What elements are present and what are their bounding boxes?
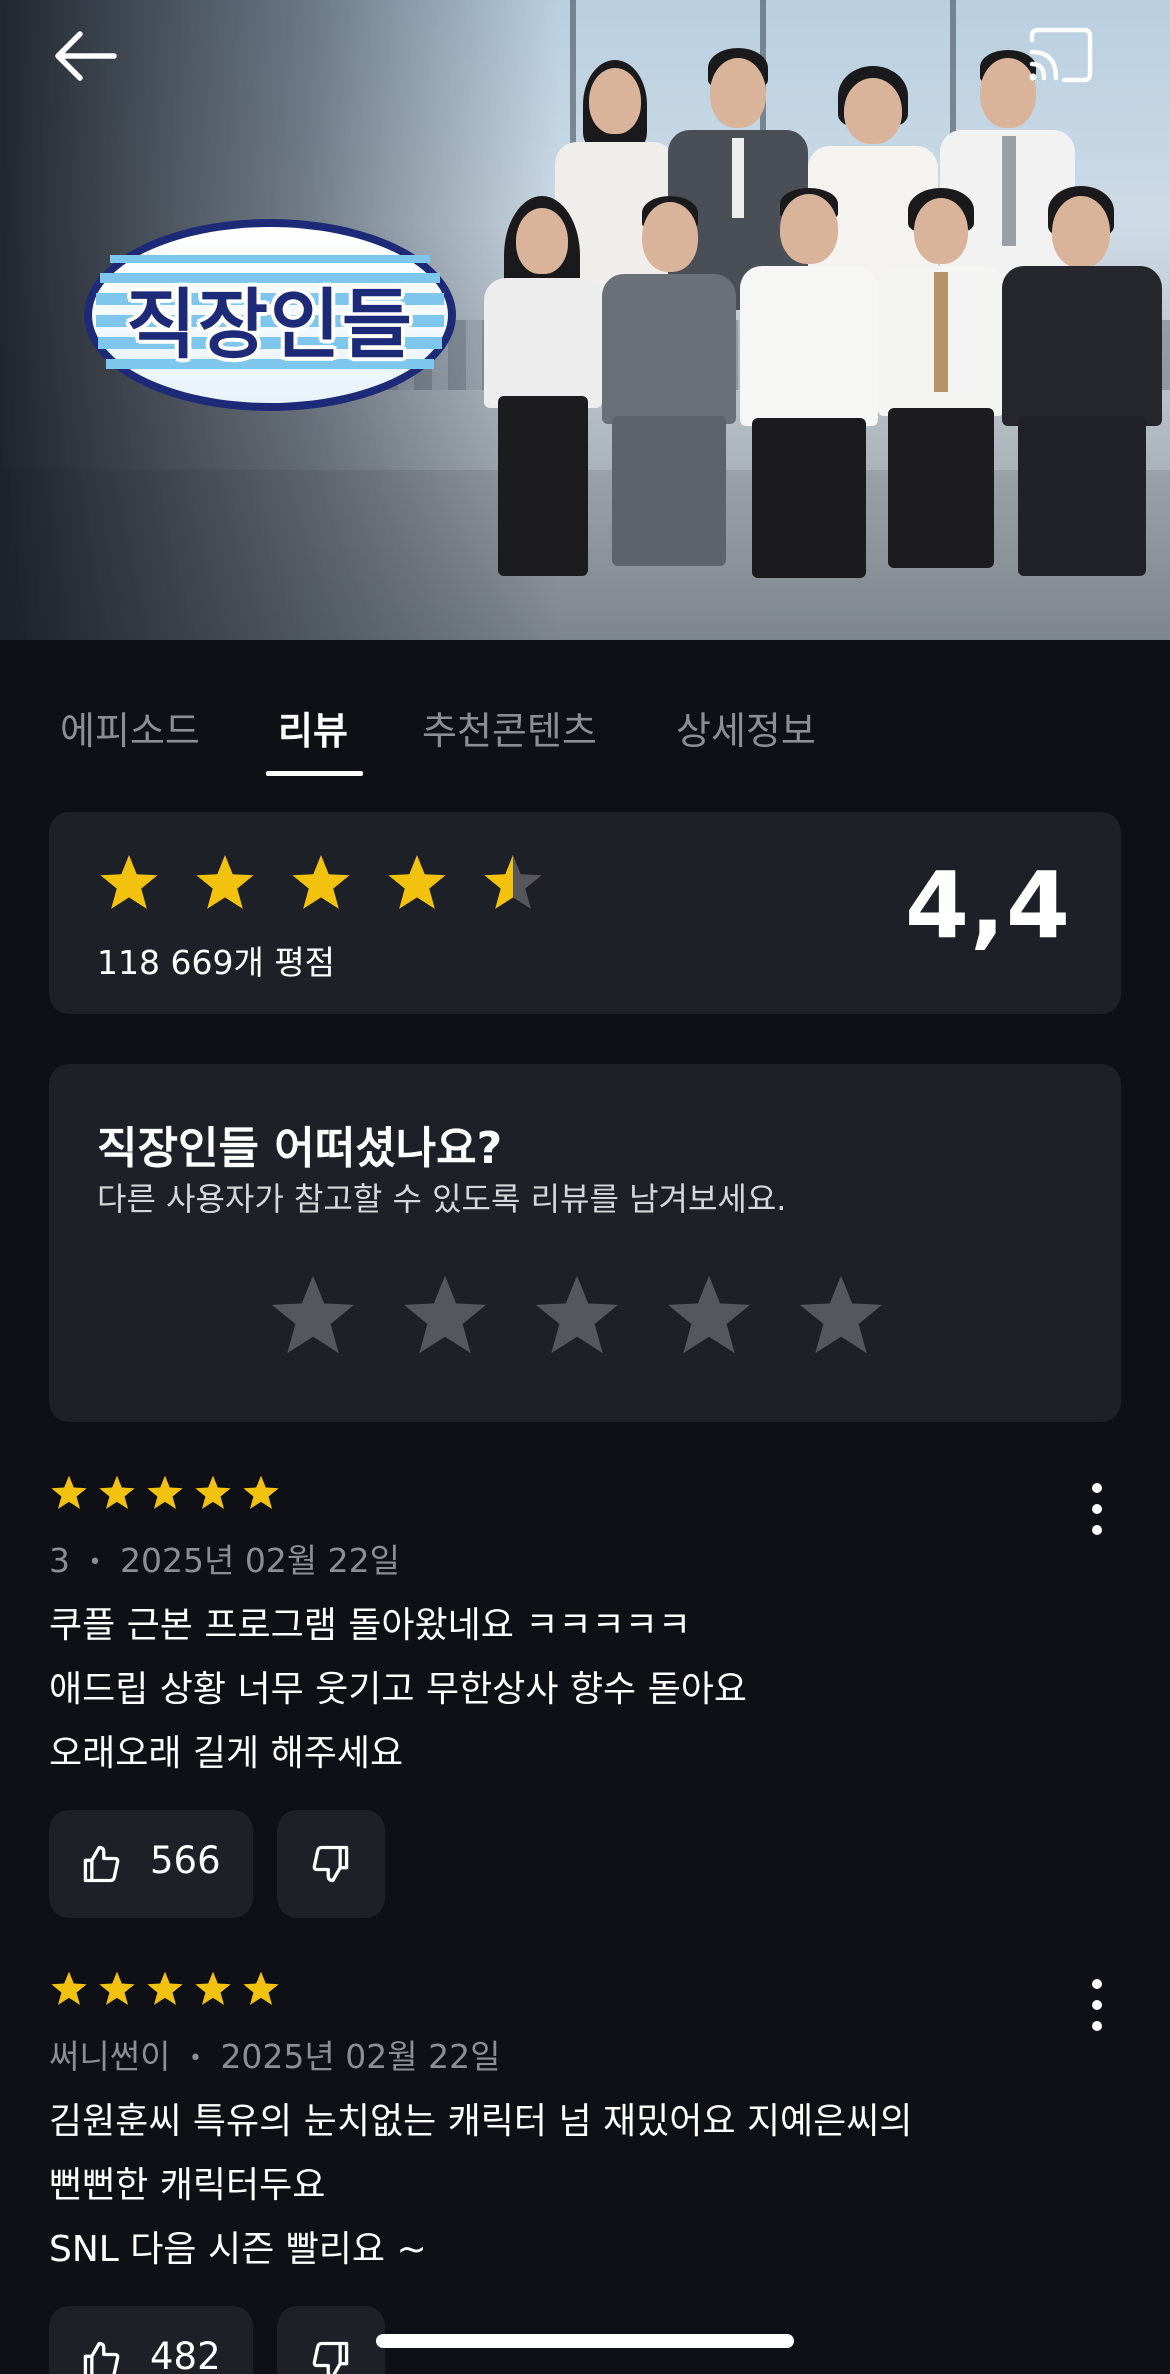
write-review-card: 직장인들 어떠셨나요? 다른 사용자가 참고할 수 있도록 리뷰를 남겨보세요. (49, 1064, 1121, 1422)
like-count: 482 (150, 2335, 221, 2374)
review-votes: 566 (49, 1810, 449, 1918)
hero-banner: 직장인들 (0, 0, 1170, 640)
thumbs-up-icon (83, 1845, 120, 1883)
review-text: 쿠플 근본 프로그램 돌아왔네요 ㅋㅋㅋㅋㅋ 애드립 상황 너무 웃기고 무한상… (49, 1594, 1121, 1786)
cast-icon (1029, 27, 1093, 83)
cast-member (602, 196, 736, 596)
show-logo-text: 직장인들 (126, 280, 414, 369)
meta-separator: • (188, 2046, 202, 2071)
rate-star-1-icon[interactable] (267, 1270, 359, 1362)
review-item: 3 • 2025년 02월 22일 쿠플 근본 프로그램 돌아왔네요 ㅋㅋㅋㅋㅋ… (49, 1474, 1121, 1924)
star-filled-icon (243, 1475, 279, 1510)
review-line: 쿠플 근본 프로그램 돌아왔네요 ㅋㅋㅋㅋㅋ (49, 1605, 691, 1646)
star-filled-icon (100, 855, 158, 909)
review-author: 써니썬이 (49, 2037, 171, 2076)
arrow-left-icon (55, 31, 117, 81)
thumbs-down-icon (312, 2341, 349, 2374)
review-stars (49, 1474, 289, 1514)
cast-member (740, 188, 878, 598)
star-filled-icon (51, 1971, 87, 2006)
show-logo: 직장인들 (80, 215, 460, 415)
review-item: 써니썬이 • 2025년 02월 22일 김원훈씨 특유의 눈치없는 캐릭터 넘… (49, 1970, 1121, 2374)
star-filled-icon (147, 1475, 183, 1510)
star-filled-icon (195, 1475, 231, 1510)
cast-button[interactable] (1026, 26, 1096, 84)
star-filled-icon (99, 1475, 135, 1510)
review-more-button[interactable] (1083, 1482, 1111, 1536)
home-indicator[interactable] (376, 2334, 794, 2348)
review-line: 오래오래 길게 해주세요 (49, 1733, 404, 1774)
review-line: 김원훈씨 특유의 눈치없는 캐릭터 넘 재밌어요 지예은씨의 (49, 2101, 913, 2142)
review-page: 직장인들 에피소드 리뷰 추천콘텐츠 상세정보 118 669개 평점 4,4 … (0, 0, 1170, 2374)
thumbs-down-icon (312, 1845, 349, 1883)
tab-reviews[interactable]: 리뷰 (278, 700, 348, 753)
review-author: 3 (49, 1541, 70, 1580)
like-button[interactable]: 482 (49, 2306, 253, 2374)
content-tabs: 에피소드 리뷰 추천콘텐츠 상세정보 (0, 680, 1170, 780)
meta-separator: • (88, 1550, 102, 1575)
back-button[interactable] (50, 26, 120, 86)
star-filled-icon (147, 1971, 183, 2006)
rate-star-5-icon[interactable] (795, 1270, 887, 1362)
more-vertical-icon (1092, 1979, 1102, 2031)
dislike-button[interactable] (277, 1810, 385, 1918)
like-count: 566 (150, 1839, 221, 1882)
star-filled-icon (196, 855, 254, 909)
star-filled-icon (243, 1971, 279, 2006)
cast-member (1002, 186, 1162, 596)
rating-score: 4,4 (905, 852, 1071, 959)
review-date: 2025년 02월 22일 (119, 1541, 401, 1580)
review-line: 애드립 상황 너무 웃기고 무한상사 향수 돋아요 (49, 1669, 747, 1710)
more-vertical-icon (1092, 1483, 1102, 1535)
review-meta: 3 • 2025년 02월 22일 (49, 1534, 400, 1582)
star-filled-icon (195, 1971, 231, 2006)
rating-summary-card: 118 669개 평점 4,4 (49, 812, 1121, 1014)
rate-star-3-icon[interactable] (531, 1270, 623, 1362)
tab-details[interactable]: 상세정보 (676, 700, 816, 753)
star-half-icon (484, 855, 542, 909)
star-filled-icon (292, 855, 350, 909)
review-meta: 써니썬이 • 2025년 02월 22일 (49, 2030, 500, 2078)
active-tab-indicator (266, 771, 363, 776)
review-date: 2025년 02월 22일 (220, 2037, 501, 2076)
write-review-title: 직장인들 어떠셨나요? (97, 1123, 503, 1174)
like-button[interactable]: 566 (49, 1810, 253, 1918)
cast-member (484, 196, 602, 596)
star-filled-icon (388, 855, 446, 909)
rate-star-4-icon[interactable] (663, 1270, 755, 1362)
cast-member (878, 188, 1004, 588)
review-more-button[interactable] (1083, 1978, 1111, 2032)
review-text: 김원훈씨 특유의 눈치없는 캐릭터 넘 재밌어요 지예은씨의 뻔뻔한 캐릭터두요… (49, 2090, 1121, 2282)
rating-count: 118 669개 평점 (97, 943, 336, 982)
dislike-button[interactable] (277, 2306, 385, 2374)
tab-recommended[interactable]: 추천콘텐츠 (422, 700, 597, 753)
review-line: 뻔뻔한 캐릭터두요 (49, 2165, 326, 2206)
star-filled-icon (99, 1971, 135, 2006)
tab-episodes[interactable]: 에피소드 (60, 700, 200, 753)
review-line: SNL 다음 시즌 빨리요 ~ (49, 2229, 427, 2270)
thumbs-up-icon (83, 2341, 120, 2374)
star-filled-icon (51, 1475, 87, 1510)
write-review-subtitle: 다른 사용자가 참고할 수 있도록 리뷰를 남겨보세요. (97, 1180, 787, 1218)
review-stars (49, 1970, 289, 2010)
rate-stars-input (267, 1270, 907, 1370)
rate-star-2-icon[interactable] (399, 1270, 491, 1362)
